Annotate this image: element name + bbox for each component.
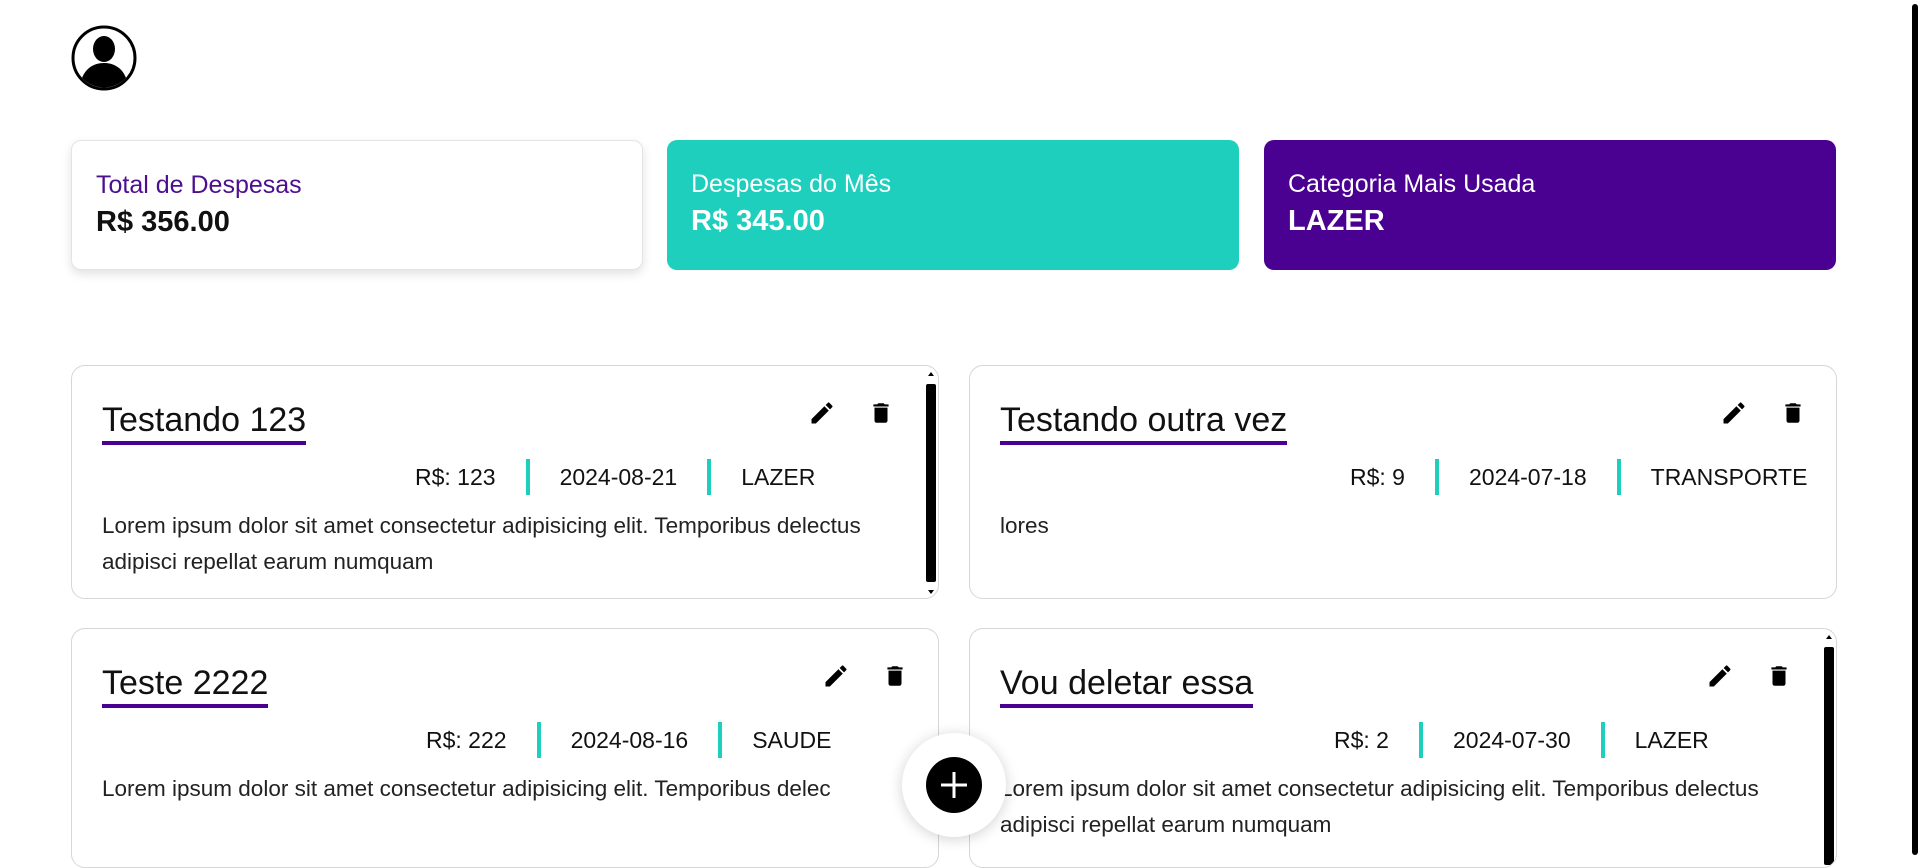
expense-description: Lorem ipsum dolor sit amet consectetur a…	[1000, 776, 1759, 837]
monthly-expenses-value: R$ 345.00	[691, 205, 825, 237]
expense-date: 2024-08-21	[559, 463, 678, 490]
total-expenses-card: Total de Despesas R$ 356.00	[71, 140, 643, 270]
expense-date: 2024-07-30	[1452, 726, 1571, 753]
meta-divider	[1616, 459, 1621, 495]
meta-divider	[536, 722, 541, 758]
expense-title: Testando 123	[102, 400, 307, 445]
add-expense-button[interactable]	[902, 733, 1006, 837]
scroll-up-arrow[interactable]	[1826, 635, 1832, 639]
trash-icon[interactable]	[1776, 396, 1810, 430]
expense-date: 2024-07-18	[1468, 463, 1587, 490]
trash-icon[interactable]	[878, 659, 912, 693]
meta-divider	[707, 459, 712, 495]
scrollbar-thumb[interactable]	[1824, 647, 1834, 865]
page-scrollbar[interactable]	[1909, 0, 1919, 855]
pencil-icon[interactable]	[819, 659, 853, 693]
expense-card: Vou deletar essa R$: 2 2024-07-30 LAZER …	[969, 628, 1837, 868]
scrollbar-thumb[interactable]	[926, 384, 936, 582]
scroll-up-arrow[interactable]	[928, 372, 934, 376]
expense-card: Teste 2222 R$: 222 2024-08-16 SAUDE Lore…	[71, 628, 939, 868]
top-category-card: Categoria Mais Usada LAZER	[1264, 140, 1836, 270]
pencil-icon[interactable]	[1703, 659, 1737, 693]
meta-divider	[1434, 459, 1439, 495]
top-category-value: LAZER	[1288, 205, 1385, 237]
expense-title: Teste 2222	[102, 663, 269, 708]
scroll-down-arrow[interactable]	[928, 590, 934, 594]
card-scrollbar[interactable]	[1823, 635, 1835, 865]
total-expenses-label: Total de Despesas	[96, 171, 302, 199]
expense-description: Lorem ipsum dolor sit amet consectetur a…	[102, 776, 831, 801]
meta-divider	[718, 722, 723, 758]
meta-divider	[525, 459, 530, 495]
expense-category: SAUDE	[752, 726, 832, 753]
expense-description: lores	[1000, 513, 1049, 538]
expense-category: LAZER	[741, 463, 816, 490]
meta-divider	[1600, 722, 1605, 758]
total-expenses-value: R$ 356.00	[96, 206, 230, 238]
pencil-icon[interactable]	[1717, 396, 1751, 430]
expense-amount: R$: 2	[1334, 726, 1389, 753]
expense-amount: R$: 222	[426, 726, 507, 753]
expense-card: Testando outra vez R$: 9 2024-07-18 TRAN…	[969, 365, 1837, 599]
expense-meta: R$: 222 2024-08-16 SAUDE	[426, 722, 831, 758]
expense-amount: R$: 123	[415, 463, 496, 490]
expense-title: Testando outra vez	[1000, 400, 1288, 445]
expense-description: Lorem ipsum dolor sit amet consectetur a…	[102, 513, 861, 574]
trash-icon[interactable]	[864, 396, 898, 430]
trash-icon[interactable]	[1762, 659, 1796, 693]
monthly-expenses-card: Despesas do Mês R$ 345.00	[667, 140, 1239, 270]
monthly-expenses-label: Despesas do Mês	[691, 170, 892, 198]
expense-meta: R$: 2 2024-07-30 LAZER	[1334, 722, 1709, 758]
pencil-icon[interactable]	[805, 396, 839, 430]
meta-divider	[1418, 722, 1423, 758]
user-avatar-icon[interactable]	[71, 25, 137, 91]
expense-title: Vou deletar essa	[1000, 663, 1254, 708]
page-scrollbar-thumb[interactable]	[1912, 4, 1918, 855]
expense-meta: R$: 9 2024-07-18 TRANSPORTE	[1350, 459, 1807, 495]
expense-date: 2024-08-16	[570, 726, 689, 753]
expense-amount: R$: 9	[1350, 463, 1405, 490]
top-category-label: Categoria Mais Usada	[1288, 170, 1536, 198]
expense-category: TRANSPORTE	[1650, 463, 1808, 490]
expense-meta: R$: 123 2024-08-21 LAZER	[415, 459, 815, 495]
expense-card: Testando 123 R$: 123 2024-08-21 LAZER Lo…	[71, 365, 939, 599]
plus-icon[interactable]	[926, 757, 982, 813]
expense-category: LAZER	[1634, 726, 1709, 753]
card-scrollbar[interactable]	[925, 372, 937, 594]
